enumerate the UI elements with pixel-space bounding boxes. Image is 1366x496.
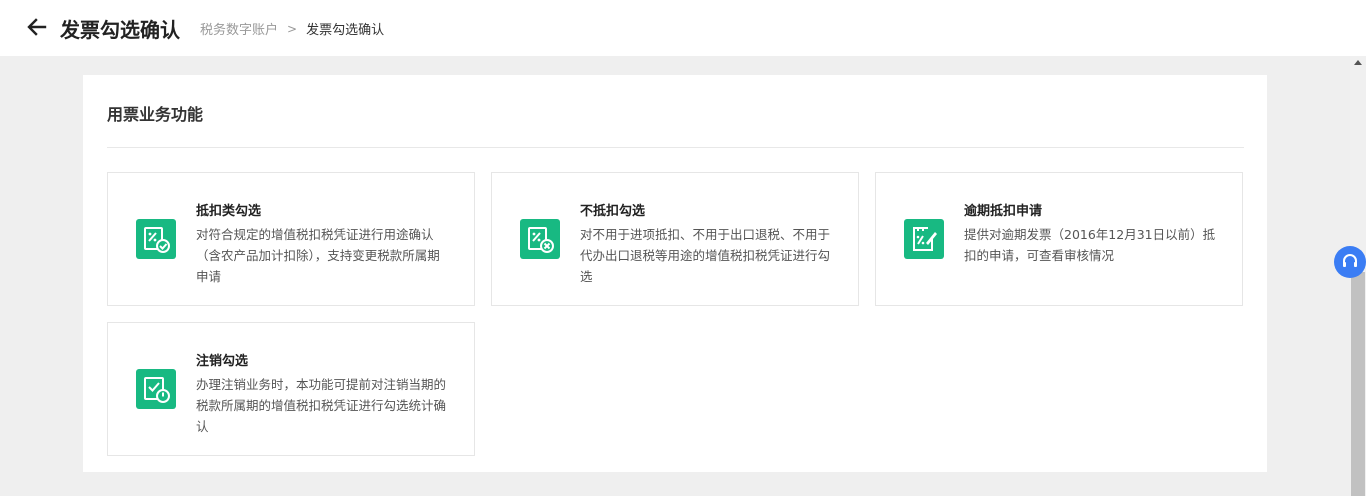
breadcrumb-current: 发票勾选确认 (306, 23, 385, 38)
back-button[interactable] (26, 16, 48, 38)
card-cancellation-check[interactable]: 注销勾选 办理注销业务时，本功能可提前对注销当期的税款所属期的增值税扣税凭证进行… (107, 322, 475, 456)
content-area: 用票业务功能 抵扣类勾选 对符合规定的增值税扣税凭证进行用途确认（含农产品加计扣… (0, 56, 1350, 496)
card-overdue-application[interactable]: 逾期抵扣申请 提供对逾期发票（2016年12月31日以前）抵扣的申请，可查看审核… (875, 172, 1243, 306)
overdue-application-icon (904, 219, 944, 259)
breadcrumb-parent-link[interactable]: 税务数字账户 (200, 19, 278, 38)
cancellation-check-icon (136, 369, 176, 409)
card-description: 办理注销业务时，本功能可提前对注销当期的税款所属期的增值税扣税凭证进行勾选统计确… (196, 377, 447, 434)
section-title: 用票业务功能 (107, 105, 204, 124)
deduction-check-icon (136, 219, 176, 259)
card-description: 对符合规定的增值税扣税凭证进行用途确认（含农产品加计扣除），支持变更税款所属期申… (196, 227, 440, 284)
non-deduction-icon (520, 219, 560, 259)
page-title: 发票勾选确认 (60, 18, 180, 42)
divider (107, 147, 1244, 148)
scrollbar-thumb[interactable] (1351, 272, 1365, 496)
scroll-up-arrow-icon[interactable] (1354, 60, 1362, 65)
card-title: 抵扣类勾选 (196, 204, 262, 219)
card-deduction-check[interactable]: 抵扣类勾选 对符合规定的增值税扣税凭证进行用途确认（含农产品加计扣除），支持变更… (107, 172, 475, 306)
card-description: 对不用于进项抵扣、不用于出口退税、不用于代办出口退税等用途的增值税扣税凭证进行勾… (580, 227, 831, 284)
function-panel: 用票业务功能 抵扣类勾选 对符合规定的增值税扣税凭证进行用途确认（含农产品加计扣… (83, 75, 1267, 472)
customer-service-button[interactable] (1334, 246, 1366, 278)
card-title: 逾期抵扣申请 (964, 204, 1043, 219)
chevron-right-icon: > (287, 21, 298, 36)
card-description: 提供对逾期发票（2016年12月31日以前）抵扣的申请，可查看审核情况 (964, 227, 1216, 263)
card-title: 注销勾选 (196, 354, 249, 369)
top-bar: 发票勾选确认 税务数字账户 > 发票勾选确认 (0, 0, 1366, 56)
headset-icon (1343, 254, 1357, 267)
card-title: 不抵扣勾选 (580, 204, 646, 219)
arrow-left-icon (27, 18, 47, 36)
card-non-deduction[interactable]: 不抵扣勾选 对不用于进项抵扣、不用于出口退税、不用于代办出口退税等用途的增值税扣… (491, 172, 859, 306)
breadcrumb: 税务数字账户 > 发票勾选确认 (200, 19, 385, 39)
